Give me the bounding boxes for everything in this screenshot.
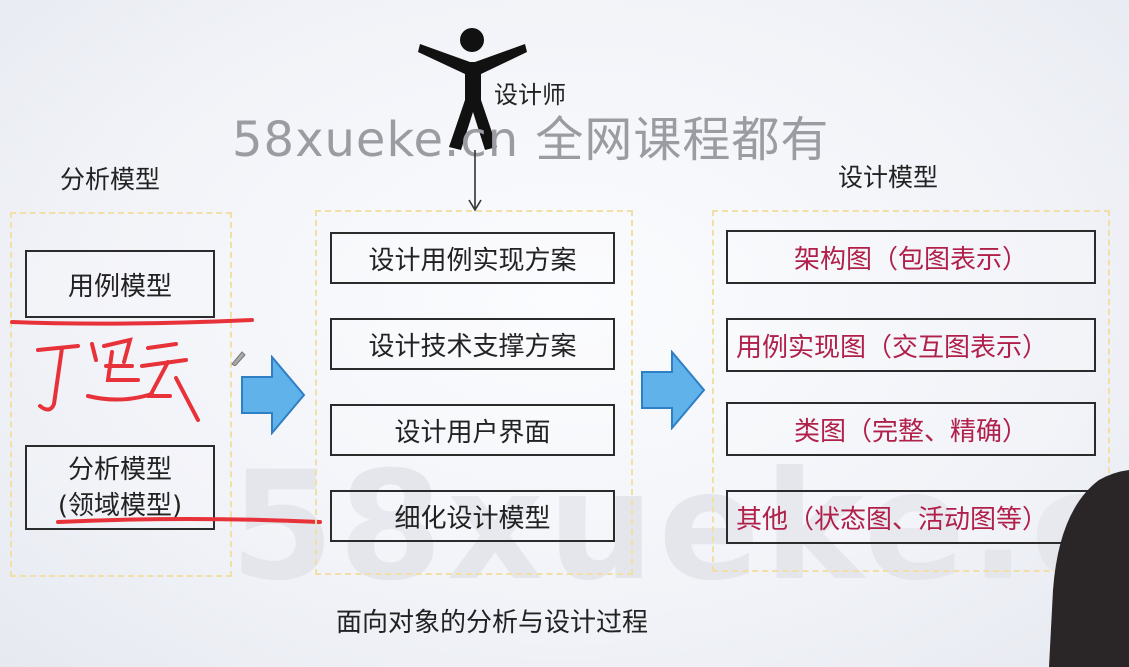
designer-down-arrow [468, 150, 482, 212]
design-item-others: 其他（状态图、活动图等） [726, 490, 1096, 544]
flow-arrow-1 [241, 355, 306, 435]
process-step-2: 设计技术支撑方案 [330, 318, 615, 370]
design-model-heading: 设计模型 [838, 163, 939, 192]
design-item-usecase-realization: 用例实现图（交互图表示） [726, 318, 1096, 372]
design-item-class-diagram: 类图（完整、精确） [726, 402, 1096, 456]
analysis-model-heading: 分析模型 [60, 165, 161, 194]
process-step-3: 设计用户界面 [330, 404, 615, 456]
process-step-1: 设计用例实现方案 [330, 232, 615, 284]
top-watermark: 58xueke.cn 全网课程都有 [232, 112, 830, 168]
design-item-architecture: 架构图（包图表示） [726, 230, 1096, 284]
flow-arrow-2 [641, 350, 706, 430]
process-step-4: 细化设计模型 [330, 490, 615, 542]
presenter-silhouette [1049, 470, 1129, 667]
diagram-caption: 面向对象的分析与设计过程 [336, 608, 649, 638]
